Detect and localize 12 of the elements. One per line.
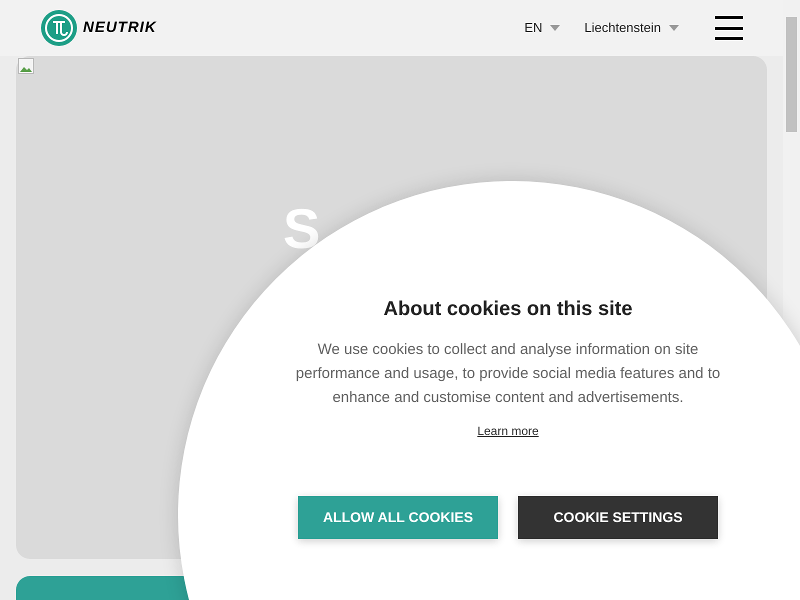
cookie-title: About cookies on this site <box>384 297 632 322</box>
language-dropdown[interactable]: EN <box>524 18 560 38</box>
learn-more-link[interactable]: Learn more <box>477 422 539 440</box>
menu-icon[interactable] <box>715 16 743 40</box>
cookie-settings-button[interactable]: COOKIE SETTINGS <box>518 496 718 539</box>
caret-icon <box>550 25 560 31</box>
broken-image-icon <box>18 58 34 74</box>
logo-text: NEUTRIK <box>83 18 157 38</box>
cookie-text: We use cookies to collect and analyse information on site performance and usage, to provide social media features and to enhance and customise content and advertisements. <box>294 340 722 408</box>
caret-icon <box>669 25 679 31</box>
country-dropdown[interactable]: Liechtenstein <box>584 18 679 38</box>
logo-icon <box>41 10 77 46</box>
